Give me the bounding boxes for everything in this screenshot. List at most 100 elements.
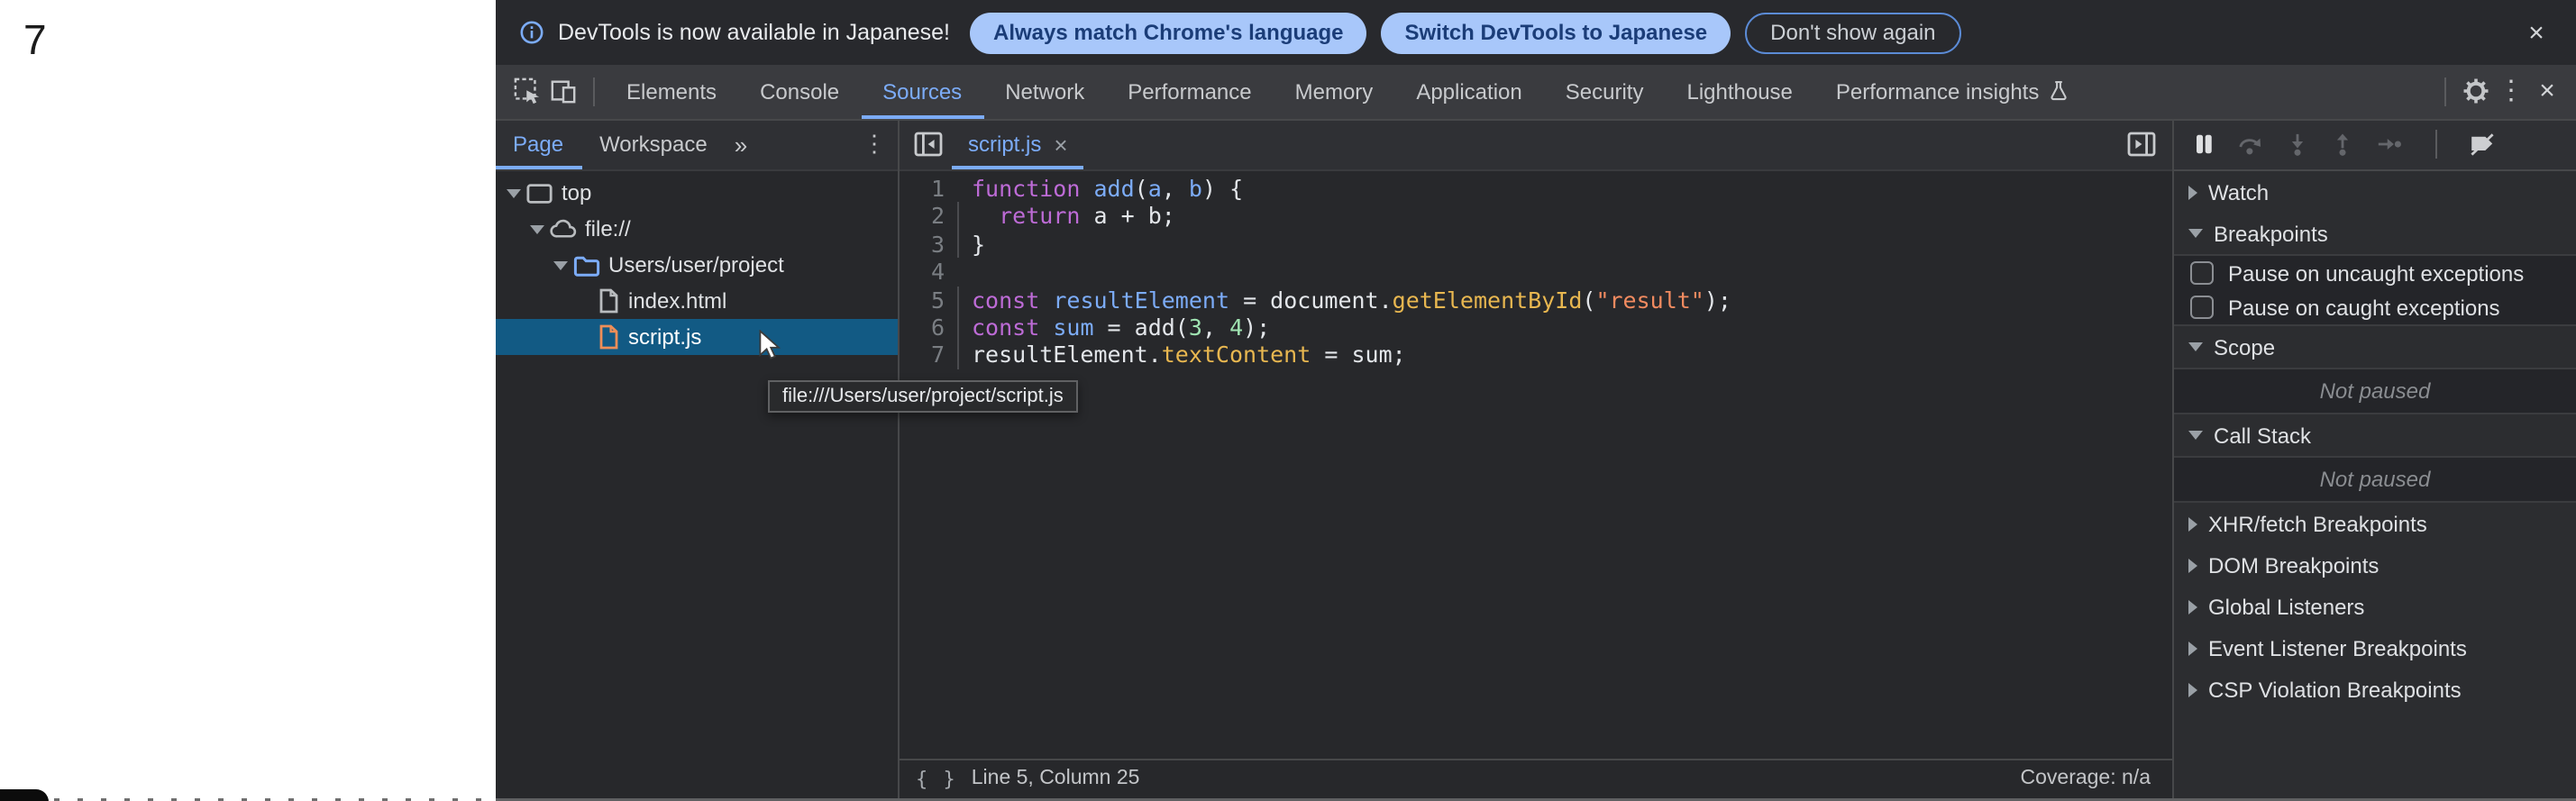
navigator-kebab-menu-icon[interactable]: ⋮: [858, 131, 891, 159]
triangle-right-icon: [2188, 516, 2197, 531]
editor-tabstrip: script.js ×: [900, 120, 2172, 171]
code-line[interactable]: 1function add(a, b) {: [900, 175, 2172, 203]
tab-lighthouse[interactable]: Lighthouse: [1665, 65, 1813, 118]
code-token: );: [1243, 314, 1270, 341]
code-token: add: [1094, 175, 1135, 202]
code-line[interactable]: 4: [900, 258, 2172, 286]
section-label: Breakpoints: [2214, 221, 2328, 246]
section-content-call-stack: Not paused: [2174, 456, 2576, 503]
section-event-listener-breakpoints[interactable]: Event Listener Breakpoints: [2174, 627, 2576, 669]
code-token: 3: [1189, 314, 1202, 341]
code-editor[interactable]: 1function add(a, b) {2 return a + b;3}45…: [900, 171, 2172, 758]
line-number: 6: [900, 314, 945, 341]
tab-application[interactable]: Application: [1394, 65, 1543, 118]
checkbox-box[interactable]: [2190, 261, 2214, 285]
section-call-stack[interactable]: Call Stack: [2174, 414, 2576, 456]
tree-item-top[interactable]: top: [495, 175, 898, 211]
section-scope[interactable]: Scope: [2174, 326, 2576, 368]
dont-show-again-button[interactable]: Don't show again: [1745, 12, 1960, 53]
code-token: function: [972, 175, 1080, 202]
code-token: getElementById: [1393, 286, 1583, 313]
sources-navigator: Page Workspace » ⋮ top file:// Users/user/…: [495, 120, 900, 797]
more-tabs-chevron-icon[interactable]: »: [726, 132, 756, 159]
code-token: ,: [1202, 314, 1229, 341]
section-xhr-fetch-breakpoints[interactable]: XHR/fetch Breakpoints: [2174, 503, 2576, 544]
code-line[interactable]: 6const sum = add(3, 4);: [900, 314, 2172, 341]
tab-security[interactable]: Security: [1544, 65, 1666, 118]
code-token: a + b;: [1080, 203, 1174, 230]
tab-memory[interactable]: Memory: [1274, 65, 1395, 118]
hide-navigator-icon[interactable]: [914, 132, 943, 158]
code-token: const: [972, 286, 1039, 313]
triangle-down-icon: [2188, 342, 2203, 351]
step-over-icon[interactable]: [2237, 132, 2264, 158]
tab-elements[interactable]: Elements: [605, 65, 738, 118]
step-out-icon[interactable]: [2331, 132, 2354, 158]
tab-sources[interactable]: Sources: [861, 65, 983, 118]
tab-performance[interactable]: Performance: [1106, 65, 1273, 118]
code-line[interactable]: 2 return a + b;: [900, 203, 2172, 231]
code-line[interactable]: 5const resultElement = document.getEleme…: [900, 286, 2172, 314]
tab-console[interactable]: Console: [738, 65, 861, 118]
triangle-down-icon: [507, 188, 521, 197]
editor-tab-close-icon[interactable]: ×: [1054, 132, 1067, 159]
expand-arrow-icon: [527, 224, 547, 233]
infobar-close-icon[interactable]: ×: [2518, 14, 2554, 50]
line-number: 1: [900, 175, 945, 203]
settings-gear-icon[interactable]: [2457, 74, 2493, 110]
switch-to-japanese-button[interactable]: Switch DevTools to Japanese: [1382, 12, 1731, 53]
code-token: resultElement: [1053, 286, 1229, 313]
code-token: (: [1582, 286, 1595, 313]
section-breakpoints[interactable]: Breakpoints: [2174, 213, 2576, 254]
navigator-tab-page[interactable]: Page: [495, 120, 581, 169]
step-into-icon[interactable]: [2286, 132, 2309, 158]
checkbox-pause-on-uncaught-exceptions[interactable]: Pause on uncaught exceptions: [2174, 256, 2576, 290]
section-global-listeners[interactable]: Global Listeners: [2174, 586, 2576, 627]
navigator-tab-workspace[interactable]: Workspace: [581, 120, 726, 169]
code-line[interactable]: 3}: [900, 231, 2172, 259]
kebab-menu-icon[interactable]: ⋮: [2493, 74, 2529, 110]
devtools-main: Page Workspace » ⋮ top file:// Users/user/…: [495, 120, 2576, 797]
tab-network[interactable]: Network: [983, 65, 1106, 118]
section-dom-breakpoints[interactable]: DOM Breakpoints: [2174, 544, 2576, 586]
checkbox-pause-on-caught-exceptions[interactable]: Pause on caught exceptions: [2174, 290, 2576, 324]
code-token: b: [1189, 175, 1202, 202]
main-toolbar: ElementsConsoleSourcesNetworkPerformance…: [495, 65, 2576, 120]
section-csp-violation-breakpoints[interactable]: CSP Violation Breakpoints: [2174, 669, 2576, 710]
section-watch[interactable]: Watch: [2174, 171, 2576, 213]
tree-item-script-js[interactable]: script.js: [495, 319, 898, 355]
expand-arrow-icon: [504, 188, 524, 197]
code-token: }: [972, 231, 985, 258]
screenshot-stage: 7 DevTools is now available in Japanese!…: [0, 0, 2576, 801]
code-token: [1039, 314, 1053, 341]
cloud-icon: [549, 218, 576, 240]
section-label: Global Listeners: [2208, 594, 2364, 619]
device-toolbar-icon[interactable]: [545, 74, 581, 110]
deactivate-breakpoints-icon[interactable]: [2470, 132, 2495, 158]
tab-label: Console: [760, 79, 839, 105]
code-token: sum: [1053, 314, 1093, 341]
editor-tab-label: script.js: [968, 132, 1041, 158]
step-icon[interactable]: [2376, 132, 2403, 158]
code-line[interactable]: 7resultElement.textContent = sum;: [900, 341, 2172, 369]
hide-debugger-sidebar-icon[interactable]: [2127, 132, 2156, 158]
checkbox-box[interactable]: [2190, 296, 2214, 319]
always-match-language-button[interactable]: Always match Chrome's language: [970, 12, 1367, 53]
devtools-close-icon[interactable]: ×: [2529, 74, 2565, 110]
pretty-print-icon[interactable]: { }: [916, 767, 957, 790]
tree-item-users-user-project[interactable]: Users/user/project: [495, 247, 898, 283]
triangle-down-icon: [2188, 431, 2203, 440]
tab-label: Memory: [1295, 79, 1374, 105]
code-token: "result": [1595, 286, 1704, 313]
line-number: 4: [900, 258, 945, 286]
editor-tab-script-js[interactable]: script.js ×: [952, 120, 1084, 169]
tree-item-index-html[interactable]: index.html: [495, 283, 898, 319]
triangle-right-icon: [2188, 185, 2197, 199]
pause-icon[interactable]: [2192, 132, 2215, 158]
navigator-header: Page Workspace » ⋮: [495, 120, 898, 171]
line-number: 5: [900, 286, 945, 314]
tree-item-label: file://: [585, 216, 631, 241]
tab-performance-insights[interactable]: Performance insights: [1814, 65, 2091, 118]
tree-item-file[interactable]: file://: [495, 211, 898, 247]
inspect-element-icon[interactable]: [509, 74, 545, 110]
